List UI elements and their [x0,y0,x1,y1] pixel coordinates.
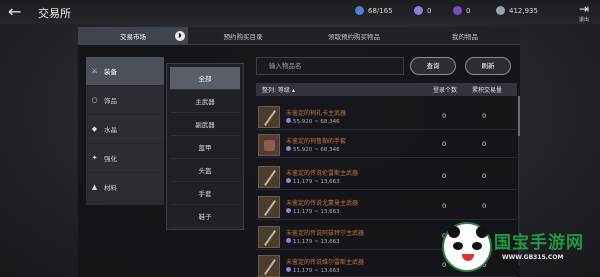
subcategory-armor[interactable]: 盔甲 [170,136,240,159]
diamond-icon [414,6,423,15]
item-total: 0 [482,140,487,148]
category-crystal[interactable]: ◆ 水晶 [86,115,164,144]
column-total: 累积交易量 [472,87,503,94]
subcategory-sub-weapon[interactable]: 副武器 [170,113,240,136]
sword-icon [258,166,280,188]
potion-icon: ▲ [91,183,98,191]
scrollbar-thumb[interactable] [518,96,520,136]
item-total: 0 [482,202,487,210]
resource-crystal: 68/165 [355,6,393,15]
tab-bar: 交易市场 ◗ 预约购买目录 领取预约购买物品 我的物品 [78,27,520,45]
item-name: 未鉴定的传说阿兹特尔主武器 [286,230,365,237]
category-enhance[interactable]: ✦ 强化 [86,144,164,173]
diamond-icon [286,178,291,183]
tab-market[interactable]: 交易市场 ◗ [78,27,188,45]
item-name: 未鉴定的传说伦雷斯主武器 [286,170,359,177]
top-bar: ← 交易所 68/165 0 0 412,935 ⇥ 退出 [0,0,600,24]
resource-coin: 412,935 [496,6,538,15]
tab-claim-reserved[interactable]: 领取预约购买物品 [298,27,410,45]
item-name: 未鉴定的祠礼卡主武器 [286,110,347,117]
page-title: 交易所 [38,7,71,20]
list-item[interactable]: 未鉴定的传说尤蒙曼主武器 11,179 ~ 13,663 0 0 [256,194,517,220]
sword-icon [258,106,280,128]
exit-button[interactable]: ⇥ 退出 [575,3,593,23]
item-price: 11,179 ~ 13,663 [286,267,340,274]
diamond-icon [286,267,291,272]
item-total: 0 [482,172,487,180]
enhance-icon: ✦ [91,154,98,162]
subcategory-all[interactable]: 全部 [170,67,240,90]
item-price: 11,179 ~ 13,663 [286,238,340,245]
item-count: 0 [442,172,447,180]
diamond-icon [286,118,291,123]
item-price: 55,920 ~ 68,346 [286,118,340,125]
item-name: 未鉴定的传说尤蒙曼主武器 [286,200,359,207]
sort-dropdown[interactable]: 整列: 等级 ▴ [262,85,295,94]
watermark-title: 国宝手游网 [494,233,584,253]
coin-icon [496,6,505,15]
subcategory-list: 全部 主武器 副武器 盔甲 头盔 手套 鞋子 [166,63,244,230]
watermark: 国宝手游网 WWW.GB315.COM [442,222,600,277]
column-count: 登录个数 [433,87,458,94]
tab-my-items[interactable]: 我的物品 [410,27,520,45]
resource-gem: 0 [453,6,470,15]
category-material[interactable]: ▲ 材料 [86,173,164,202]
item-name: 未鉴定的祠鲁勒的手套 [286,138,347,145]
crystal-icon [355,6,364,15]
back-arrow-icon[interactable]: ← [8,3,26,21]
item-total: 0 [482,112,487,120]
sword-icon [258,255,280,277]
list-item[interactable]: 未鉴定的祠鲁勒的手套 55,920 ~ 68,346 0 0 [256,132,517,158]
category-accessory[interactable]: ○ 饰品 [86,86,164,115]
watermark-url: WWW.GB315.COM [502,254,564,261]
gem-icon [453,6,462,15]
diamond-icon [286,208,291,213]
subcategory-helmet[interactable]: 头盔 [170,159,240,182]
diamond-icon [286,146,291,151]
tab-reservation-list[interactable]: 预约购买目录 [188,27,298,45]
exit-icon: ⇥ [578,2,590,16]
panda-logo-icon [442,222,492,272]
list-item[interactable]: 未鉴定的祠礼卡主武器 55,920 ~ 68,346 0 0 [256,104,517,130]
item-count: 0 [442,202,447,210]
glove-icon [258,134,280,156]
refresh-button[interactable]: 刷新 [465,57,511,75]
search-button[interactable]: 查询 [410,57,456,75]
list-item[interactable]: 未鉴定的传说伦雷斯主武器 11,179 ~ 13,663 0 0 [256,164,517,190]
search-input[interactable]: 输入物品名 [256,57,404,75]
item-count: 0 [442,112,447,120]
lock-icon[interactable]: ◗ [175,31,185,41]
subcategory-shoes[interactable]: 鞋子 [170,205,240,228]
subcategory-main-weapon[interactable]: 主武器 [170,90,240,113]
sword-icon: ⚔ [91,67,98,75]
item-price: 11,179 ~ 13,663 [286,208,340,215]
item-count: 0 [442,140,447,148]
diamond-icon [286,238,291,243]
subcategory-gloves[interactable]: 手套 [170,182,240,205]
crystal-icon: ◆ [91,125,98,133]
item-price: 11,179 ~ 13,663 [286,178,340,185]
category-equipment[interactable]: ⚔ 装备 [86,57,164,86]
sword-icon [258,196,280,218]
ring-icon: ○ [91,96,98,104]
list-header: 整列: 等级 ▴ 登录个数 累积交易量 [256,83,517,96]
item-price: 55,920 ~ 68,346 [286,146,340,153]
sword-icon [258,226,280,248]
item-name: 未鉴定的传说维尔雷斯主武器 [286,259,365,266]
category-list: ⚔ 装备 ○ 饰品 ◆ 水晶 ✦ 强化 ▲ 材料 [86,57,164,205]
resource-diamond: 0 [414,6,431,15]
